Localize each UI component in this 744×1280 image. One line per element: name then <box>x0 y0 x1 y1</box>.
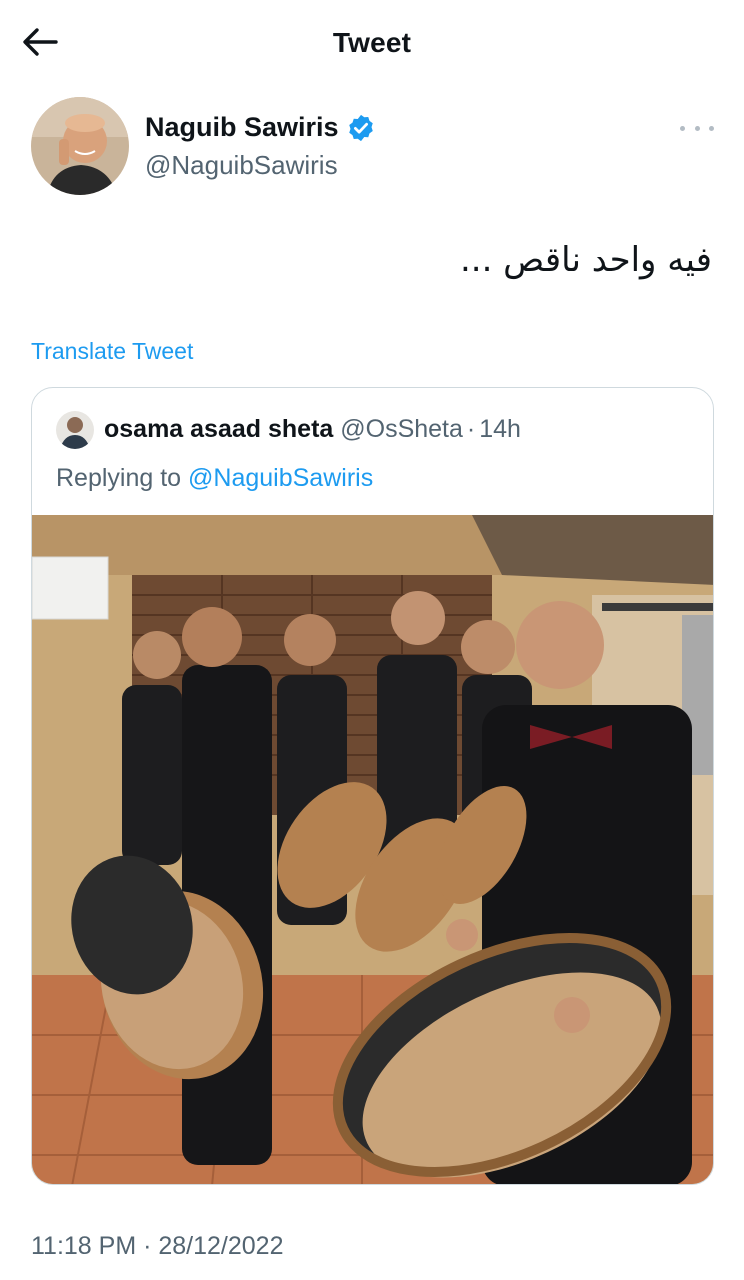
replying-to-link[interactable]: @NaguibSawiris <box>188 464 373 492</box>
verified-badge-icon <box>348 114 373 141</box>
author-handle[interactable]: @NaguibSawiris <box>145 150 338 181</box>
author-name[interactable]: Naguib Sawiris <box>145 112 376 143</box>
quoted-author-name: osama asaad sheta <box>104 415 334 443</box>
translate-tweet-link[interactable]: Translate Tweet <box>31 338 193 365</box>
arrow-left-icon <box>23 28 58 56</box>
quoted-tweet-photo[interactable] <box>32 515 713 1184</box>
replying-prefix: Replying to <box>56 464 182 492</box>
dot-icon <box>694 125 700 131</box>
quoted-tweet-card[interactable]: osama asaad sheta @OsSheta · 14h Replying … <box>31 387 714 1185</box>
quoted-age: 14h <box>479 415 521 443</box>
tweet-page: Tweet Naguib Sawiris @NaguibSawiris فيه … <box>0 0 744 1280</box>
author-name-text: Naguib Sawiris <box>145 112 339 142</box>
more-options-button[interactable] <box>680 118 714 138</box>
top-bar: Tweet <box>0 0 744 86</box>
tweet-timestamp[interactable]: 11:18 PM · 28/12/2022 <box>31 1232 284 1261</box>
page-title: Tweet <box>332 27 412 58</box>
replying-to-line: Replying to @NaguibSawiris <box>56 464 373 493</box>
quoted-separator: · <box>466 415 476 443</box>
tweet-text: فيه واحد ناقص ... <box>459 240 712 280</box>
author-avatar[interactable] <box>31 97 129 195</box>
back-button[interactable] <box>18 22 62 62</box>
quoted-author-line: osama asaad sheta @OsSheta · 14h <box>104 415 521 444</box>
quoted-author-handle: @OsSheta <box>340 415 463 443</box>
quoted-author-avatar <box>56 411 94 449</box>
dot-icon <box>709 125 714 131</box>
dot-icon <box>680 125 685 131</box>
